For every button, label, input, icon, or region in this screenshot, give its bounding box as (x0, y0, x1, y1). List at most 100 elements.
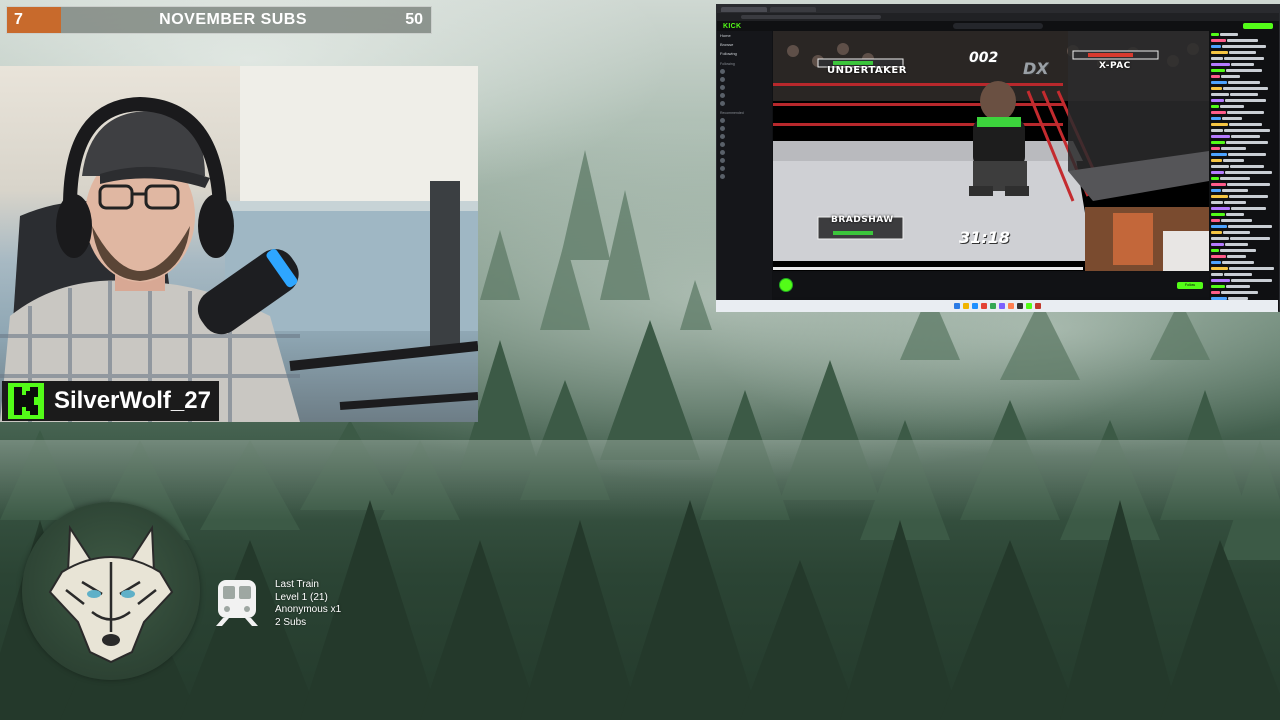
start-icon[interactable] (953, 303, 960, 309)
sidebar-channel[interactable] (717, 140, 772, 148)
sidebar-channel[interactable] (717, 132, 772, 140)
streamer-name: SilverWolf_27 (54, 387, 211, 414)
chat-message (1211, 44, 1277, 49)
chat-message (1211, 50, 1277, 55)
follow-button[interactable]: Follow (1177, 281, 1203, 289)
chat-message (1211, 260, 1277, 265)
chat-message (1211, 248, 1277, 253)
sub-goal-target: 50 (405, 11, 423, 28)
chat-message (1211, 170, 1277, 175)
last-train-contributor: Anonymous x1 (275, 604, 342, 615)
chat-message (1211, 188, 1277, 193)
sidebar-channel[interactable] (717, 99, 772, 107)
taskbar-app-icon[interactable] (1034, 303, 1041, 309)
sidebar-channel[interactable] (717, 164, 772, 172)
address-bar-input[interactable] (741, 15, 881, 19)
chat-message (1211, 128, 1277, 133)
taskbar-app-icon[interactable] (971, 303, 978, 309)
last-train-title: Last Train (275, 579, 319, 590)
chat-message (1211, 110, 1277, 115)
chat-message (1211, 68, 1277, 73)
kick-logo-icon (2, 381, 50, 421)
last-train-level: Level 1 (21) (275, 591, 328, 603)
chat-panel[interactable] (1209, 31, 1279, 301)
chat-message (1211, 80, 1277, 85)
sidebar-channel[interactable] (717, 156, 772, 164)
chat-message (1211, 164, 1277, 169)
hud-player1-name: UNDERTAKER (827, 65, 907, 76)
chat-message (1211, 254, 1277, 259)
chat-message (1211, 98, 1277, 103)
sidebar-item-home[interactable]: Home (717, 31, 772, 40)
sidebar-channel[interactable] (717, 148, 772, 156)
channel-avatar (720, 76, 725, 82)
windows-taskbar[interactable] (716, 300, 1278, 312)
taskbar-app-icon[interactable] (998, 303, 1005, 309)
hud-timer: 31:18 (959, 228, 1010, 247)
chat-message (1211, 272, 1277, 277)
chat-message (1211, 158, 1277, 163)
address-bar[interactable] (717, 13, 1279, 21)
sidebar-channel[interactable] (717, 75, 772, 83)
kick-site-logo[interactable]: KICK (723, 23, 741, 30)
last-train-subs: 2 Subs (275, 616, 307, 628)
channel-avatar (720, 117, 725, 123)
kick-signup-button[interactable] (1243, 23, 1273, 29)
browser-tab[interactable] (721, 6, 767, 12)
channel-avatar (720, 125, 725, 131)
sidebar-item-browse[interactable]: Browse (717, 40, 772, 49)
chat-message (1211, 224, 1277, 229)
browser-tab[interactable] (770, 6, 816, 12)
taskbar-app-icon[interactable] (980, 303, 987, 309)
channel-avatar (720, 92, 725, 98)
channel-avatar[interactable] (779, 278, 793, 292)
channel-avatar (720, 133, 725, 139)
chat-message (1211, 212, 1277, 217)
sidebar-channel[interactable] (717, 124, 772, 132)
chat-message (1211, 182, 1277, 187)
chat-message (1211, 38, 1277, 43)
channel-avatar (720, 157, 725, 163)
channel-avatar (720, 149, 725, 155)
chat-message (1211, 62, 1277, 67)
hud-player2-name: X-PAC (1099, 61, 1131, 71)
chat-message (1211, 242, 1277, 247)
sidebar-channel[interactable] (717, 67, 772, 75)
browser-tab-strip[interactable] (717, 5, 1279, 13)
taskbar-app-icon[interactable] (1025, 303, 1032, 309)
chat-message (1211, 278, 1277, 283)
browser-window[interactable]: KICK Home Browse Following Following Rec… (716, 4, 1280, 312)
chat-message (1211, 236, 1277, 241)
last-train-info: Last Train Level 1 (21) Anonymous x1 2 S… (275, 579, 341, 629)
channel-avatar (720, 165, 725, 171)
stream-meta (797, 285, 957, 286)
sidebar-channel[interactable] (717, 172, 772, 180)
stream-video-player[interactable]: UNDERTAKER X-PAC BRADSHAW 002 DX 31:18 (773, 31, 1209, 271)
sidebar-following-header: Following (720, 62, 735, 66)
taskbar-app-icon[interactable] (962, 303, 969, 309)
chat-message (1211, 146, 1277, 151)
chat-message (1211, 116, 1277, 121)
channel-avatar (720, 173, 725, 179)
kick-search-input[interactable] (953, 23, 1043, 29)
taskbar-app-icon[interactable] (1016, 303, 1023, 309)
hud-dx-logo: DX (1023, 59, 1049, 78)
chat-message (1211, 284, 1277, 289)
stream-info-bar: Follow (773, 273, 1209, 297)
sidebar-item-following[interactable]: Following (717, 49, 772, 58)
taskbar-app-icon[interactable] (1007, 303, 1014, 309)
sidebar-channel[interactable] (717, 83, 772, 91)
kick-header: KICK (717, 21, 1279, 31)
taskbar-app-icon[interactable] (989, 303, 996, 309)
chat-message (1211, 140, 1277, 145)
train-icon (214, 578, 260, 628)
sidebar-channel[interactable] (717, 116, 772, 124)
chat-message (1211, 104, 1277, 109)
chat-message (1211, 86, 1277, 91)
channel-avatar (720, 100, 725, 106)
sidebar-channel[interactable] (717, 91, 772, 99)
channel-avatar (720, 141, 725, 147)
chat-message (1211, 266, 1277, 271)
chat-message (1211, 176, 1277, 181)
chat-message (1211, 218, 1277, 223)
